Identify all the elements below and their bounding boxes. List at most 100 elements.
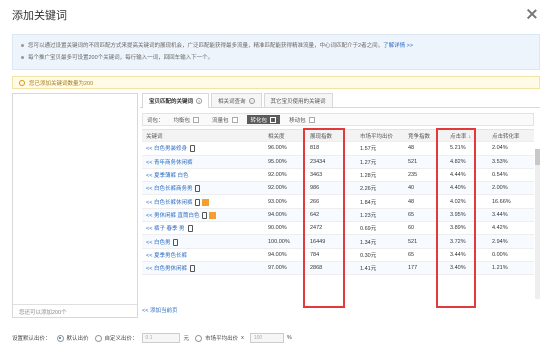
cell-avg-price: 2.26元	[360, 186, 377, 193]
tab-related-search[interactable]: 相关词查询?	[211, 93, 262, 107]
cell-avg-price: 0.30元	[360, 252, 377, 259]
cell-relevance: 94.00%	[268, 211, 287, 218]
cell-relevance: 96.00%	[268, 145, 287, 152]
cell-keyword[interactable]: << 男休闲裤 直筒白色	[142, 211, 264, 219]
cell-cvr: 0.00%	[492, 251, 508, 258]
mobile-icon	[173, 238, 179, 246]
keyword-pack-filters: 词包： 均衡包 流量包 转化包 移动包	[142, 113, 534, 126]
default-bid-label: 设置默认出价：	[12, 336, 51, 342]
bullet-icon	[21, 44, 24, 48]
custom-bid-input[interactable]: 0.1	[141, 333, 180, 343]
mobile-icon	[195, 198, 201, 206]
table-scrollbar[interactable]	[535, 149, 540, 299]
cell-avg-price: 1.23元	[360, 212, 377, 219]
radio-market-bid[interactable]	[195, 334, 203, 342]
checkbox[interactable]	[270, 116, 277, 123]
cell-relevance: 90.00%	[268, 225, 287, 232]
header-relevance[interactable]: 相关度	[264, 132, 306, 140]
radio-custom-bid[interactable]	[94, 334, 102, 342]
cell-cvr: 2.94%	[492, 238, 508, 245]
mobile-icon	[189, 145, 195, 153]
mobile-icon	[195, 185, 201, 193]
keyword-count-text: 您已添加关键词数量为200	[29, 80, 94, 87]
percent-select[interactable]: 100	[249, 333, 284, 343]
cell-avg-price: 1.57元	[360, 146, 377, 153]
highlight-show-index	[303, 128, 345, 308]
dialog-titlebar: 添加关键词	[0, 0, 550, 30]
radio-default-bid-label: 默认出价	[66, 336, 89, 342]
cell-cvr: 3.44%	[492, 211, 508, 218]
cell-cvr: 1.21%	[492, 265, 508, 272]
dialog-title: 添加关键词	[12, 10, 67, 22]
filter-label: 词包：	[147, 117, 164, 124]
checkbox[interactable]	[193, 116, 200, 123]
cell-keyword[interactable]: << 白色长裤商务男	[142, 184, 264, 193]
add-current-page-link[interactable]: << 添加当前页	[142, 306, 177, 314]
scrollbar-thumb[interactable]	[535, 149, 540, 165]
remaining-count: 您还可以添加200个	[13, 304, 137, 317]
percent-sign: %	[286, 335, 292, 341]
cell-relevance: 92.00%	[268, 185, 287, 192]
chip-conversion[interactable]: 转化包	[246, 115, 281, 124]
cell-relevance: 93.00%	[268, 198, 287, 205]
chip-balanced[interactable]: 均衡包	[170, 115, 204, 124]
cell-keyword[interactable]: << 白色男装修身	[142, 144, 264, 153]
cell-avg-price: 1.34元	[360, 239, 377, 246]
cell-avg-price: 1.84元	[360, 199, 377, 206]
cell-relevance: 95.00%	[268, 158, 287, 165]
tab-bar: 宝贝匹配的关键词? 相关词查询? 其它宝贝使用的关键词	[140, 93, 540, 108]
mobile-icon	[187, 225, 193, 233]
notice-line-1: 您可以通过设置关键词的不同匹配方式来提高关键词的展现机会，广泛匹配能获得最多流量…	[21, 40, 531, 52]
cell-cvr: 16.66%	[492, 198, 511, 205]
cell-relevance: 100.00%	[268, 238, 290, 245]
help-icon[interactable]: ?	[196, 98, 203, 104]
header-avg-price[interactable]: 市场平均出价	[356, 132, 404, 140]
chip-mobile[interactable]: 移动包	[285, 115, 319, 124]
close-icon[interactable]	[526, 8, 538, 20]
radio-default-bid[interactable]	[56, 334, 64, 342]
cell-cvr: 2.04%	[492, 145, 508, 152]
cell-keyword[interactable]: << 白色长裤休闲裤	[142, 198, 264, 206]
chip-traffic[interactable]: 流量包	[208, 115, 242, 124]
cell-cvr: 4.42%	[492, 225, 508, 232]
promo-badge-icon	[202, 198, 210, 206]
tab-matched-keywords[interactable]: 宝贝匹配的关键词?	[142, 93, 210, 108]
cell-avg-price: 1.28元	[360, 173, 377, 180]
cell-relevance: 94.00%	[268, 251, 287, 258]
cell-keyword[interactable]: << 夏季男色长裤	[142, 251, 264, 259]
cell-cvr: 0.54%	[492, 172, 508, 179]
info-notice: 您可以通过设置关键词的不同匹配方式来提高关键词的展现机会，广泛匹配能获得最多流量…	[12, 34, 540, 70]
tab-other-items-keywords[interactable]: 其它宝贝使用的关键词	[263, 93, 333, 107]
times-sign: x	[241, 335, 244, 341]
checkbox[interactable]	[231, 116, 238, 123]
cell-avg-price: 1.41元	[360, 266, 377, 273]
selected-keywords-panel[interactable]: 您还可以添加200个	[12, 93, 138, 318]
warning-icon	[19, 79, 25, 86]
learn-more-link[interactable]: 了解详情 >>	[383, 43, 413, 49]
cell-keyword[interactable]: << 夏季薄裤 白色	[142, 171, 264, 179]
cell-keyword[interactable]: << 白色男	[142, 238, 264, 246]
checkbox[interactable]	[308, 116, 315, 123]
notice-line-2: 每个推广宝贝最多可设置200个关键词，每行输入一词，回回车输入下一个。	[21, 52, 531, 64]
keyword-count-bar: 您已添加关键词数量为200	[12, 76, 540, 89]
help-icon[interactable]: ?	[248, 97, 255, 104]
cell-cvr: 3.53%	[492, 158, 508, 165]
cell-avg-price: 1.27元	[360, 159, 377, 166]
cell-relevance: 92.00%	[268, 172, 287, 179]
radio-custom-bid-label: 自定义出价：	[104, 336, 138, 342]
header-keyword[interactable]: 关键词	[142, 132, 264, 140]
cell-avg-price: 0.69元	[360, 226, 377, 233]
cell-keyword[interactable]: << 白色男休闲裤	[142, 264, 264, 273]
radio-market-bid-label: 市场平均出价	[205, 336, 239, 342]
default-bid-bar: 设置默认出价： 默认出价 自定义出价： 0.1 元 市场平均出价 x 100 %	[12, 330, 540, 346]
cell-relevance: 97.00%	[268, 265, 287, 272]
mobile-icon	[202, 211, 208, 219]
cell-keyword[interactable]: << 青年商务休闲裤	[142, 158, 264, 166]
bullet-icon	[21, 56, 24, 60]
header-cvr[interactable]: 点击转化率	[488, 132, 534, 140]
mobile-icon	[189, 265, 195, 273]
cell-cvr: 2.00%	[492, 185, 508, 192]
cell-keyword[interactable]: << 裤子 春季 男	[142, 224, 264, 233]
highlight-ctr	[436, 128, 476, 308]
promo-badge-icon	[209, 211, 217, 219]
